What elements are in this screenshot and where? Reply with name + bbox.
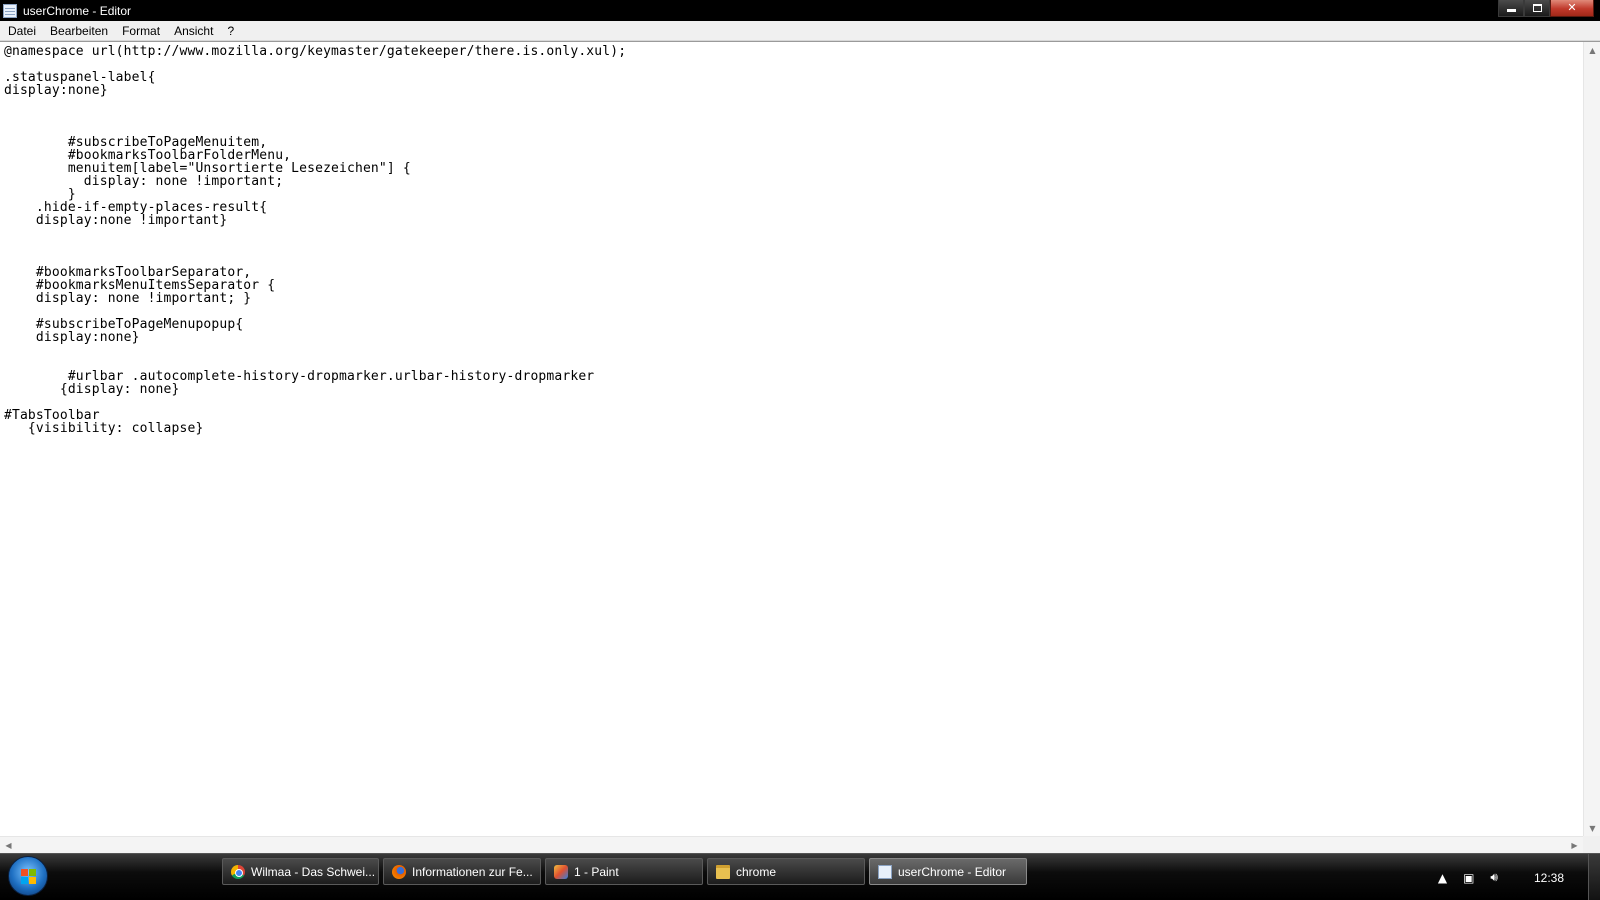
- chrome-icon: [231, 864, 245, 879]
- scroll-down-icon[interactable]: ▼: [1584, 820, 1600, 837]
- paint-icon: [554, 864, 568, 879]
- text-line: display:none !important}: [4, 213, 228, 228]
- taskbar-button-editor[interactable]: userChrome - Editor: [869, 858, 1027, 885]
- restore-icon: [1532, 4, 1542, 12]
- text-line: [4, 344, 1583, 357]
- scrollbar-corner: [1583, 836, 1600, 853]
- text-area[interactable]: @namespace url(http://www.mozilla.org/ke…: [0, 42, 1583, 837]
- window-title: userChrome - Editor: [23, 3, 132, 18]
- clock[interactable]: 12:38: [1534, 871, 1564, 885]
- text-line: [4, 227, 1583, 240]
- text-line: [4, 58, 1583, 71]
- menu-datei[interactable]: Datei: [1, 21, 43, 41]
- text-line: [4, 97, 1583, 110]
- minimize-icon: [1506, 9, 1516, 12]
- text-line: display:none}: [4, 83, 108, 98]
- text-line: @namespace url(http://www.mozilla.org/ke…: [4, 44, 627, 59]
- volume-icon[interactable]: 🔊︎: [1490, 870, 1498, 885]
- close-button[interactable]: ✕: [1550, 0, 1594, 17]
- menu-bar: Datei Bearbeiten Format Ansicht ?: [0, 21, 1600, 41]
- taskbar-button-label: Wilmaa - Das Schwei...: [251, 864, 376, 879]
- show-hidden-icons-icon[interactable]: ▲: [1438, 871, 1447, 885]
- text-line: .hide-if-empty-places-result{: [4, 200, 268, 215]
- firefox-icon: [392, 864, 406, 879]
- taskbar-button-firefox[interactable]: Informationen zur Fe...: [383, 858, 541, 885]
- text-line: #subscribeToPageMenupopup{: [4, 317, 244, 332]
- scroll-up-icon[interactable]: ▲: [1584, 42, 1600, 59]
- vertical-scrollbar[interactable]: ▲ ▼: [1583, 42, 1600, 837]
- notepad-icon[interactable]: [3, 3, 17, 18]
- text-line: display:none}: [4, 330, 140, 345]
- horizontal-scrollbar[interactable]: ◀ ▶: [0, 836, 1583, 853]
- editor-text: @namespace url(http://www.mozilla.org/ke…: [4, 45, 1583, 435]
- text-line: display: none !important; }: [4, 291, 252, 306]
- menu-help[interactable]: ?: [220, 21, 241, 41]
- scroll-left-icon[interactable]: ◀: [0, 837, 17, 854]
- menu-ansicht[interactable]: Ansicht: [167, 21, 220, 41]
- menu-format[interactable]: Format: [115, 21, 167, 41]
- window-controls: ✕: [1498, 0, 1594, 18]
- minimize-button[interactable]: [1498, 0, 1524, 17]
- text-line: [4, 396, 1583, 409]
- notepad-icon: [878, 864, 892, 879]
- taskbar-button-label: Informationen zur Fe...: [412, 864, 533, 879]
- close-icon: ✕: [1567, 1, 1577, 14]
- scroll-right-icon[interactable]: ▶: [1566, 837, 1583, 854]
- text-line: {display: none}: [4, 382, 180, 397]
- taskbar-button-label: 1 - Paint: [574, 864, 619, 879]
- folder-icon: [716, 864, 730, 879]
- editor-pane: @namespace url(http://www.mozilla.org/ke…: [0, 41, 1600, 853]
- text-line: #urlbar .autocomplete-history-dropmarker…: [4, 369, 595, 384]
- taskbar-button-label: chrome: [736, 864, 777, 879]
- text-line: #TabsToolbar: [4, 408, 100, 423]
- system-tray: ▲ ▣ 🔊︎ 12:38: [1430, 854, 1600, 900]
- text-line: .statuspanel-label{: [4, 70, 156, 85]
- taskbar: Wilmaa - Das Schwei... Informationen zur…: [0, 853, 1600, 900]
- taskbar-button-chrome[interactable]: Wilmaa - Das Schwei...: [222, 858, 379, 885]
- text-line: [4, 240, 1583, 253]
- text-line: [4, 110, 1583, 123]
- taskbar-button-paint[interactable]: 1 - Paint: [545, 858, 703, 885]
- network-icon[interactable]: ▣: [1463, 871, 1474, 885]
- maximize-button[interactable]: [1524, 0, 1550, 17]
- title-bar: userChrome - Editor ✕: [0, 0, 1600, 21]
- text-line: {visibility: collapse}: [4, 421, 204, 436]
- text-line: display: none !important;: [4, 174, 284, 189]
- show-desktop-button[interactable]: [1588, 854, 1600, 900]
- menu-bearbeiten[interactable]: Bearbeiten: [43, 21, 115, 41]
- taskbar-button-folder[interactable]: chrome: [707, 858, 865, 885]
- taskbar-button-label: userChrome - Editor: [898, 864, 1007, 879]
- start-button[interactable]: [8, 856, 48, 896]
- windows-logo-icon: [21, 869, 37, 885]
